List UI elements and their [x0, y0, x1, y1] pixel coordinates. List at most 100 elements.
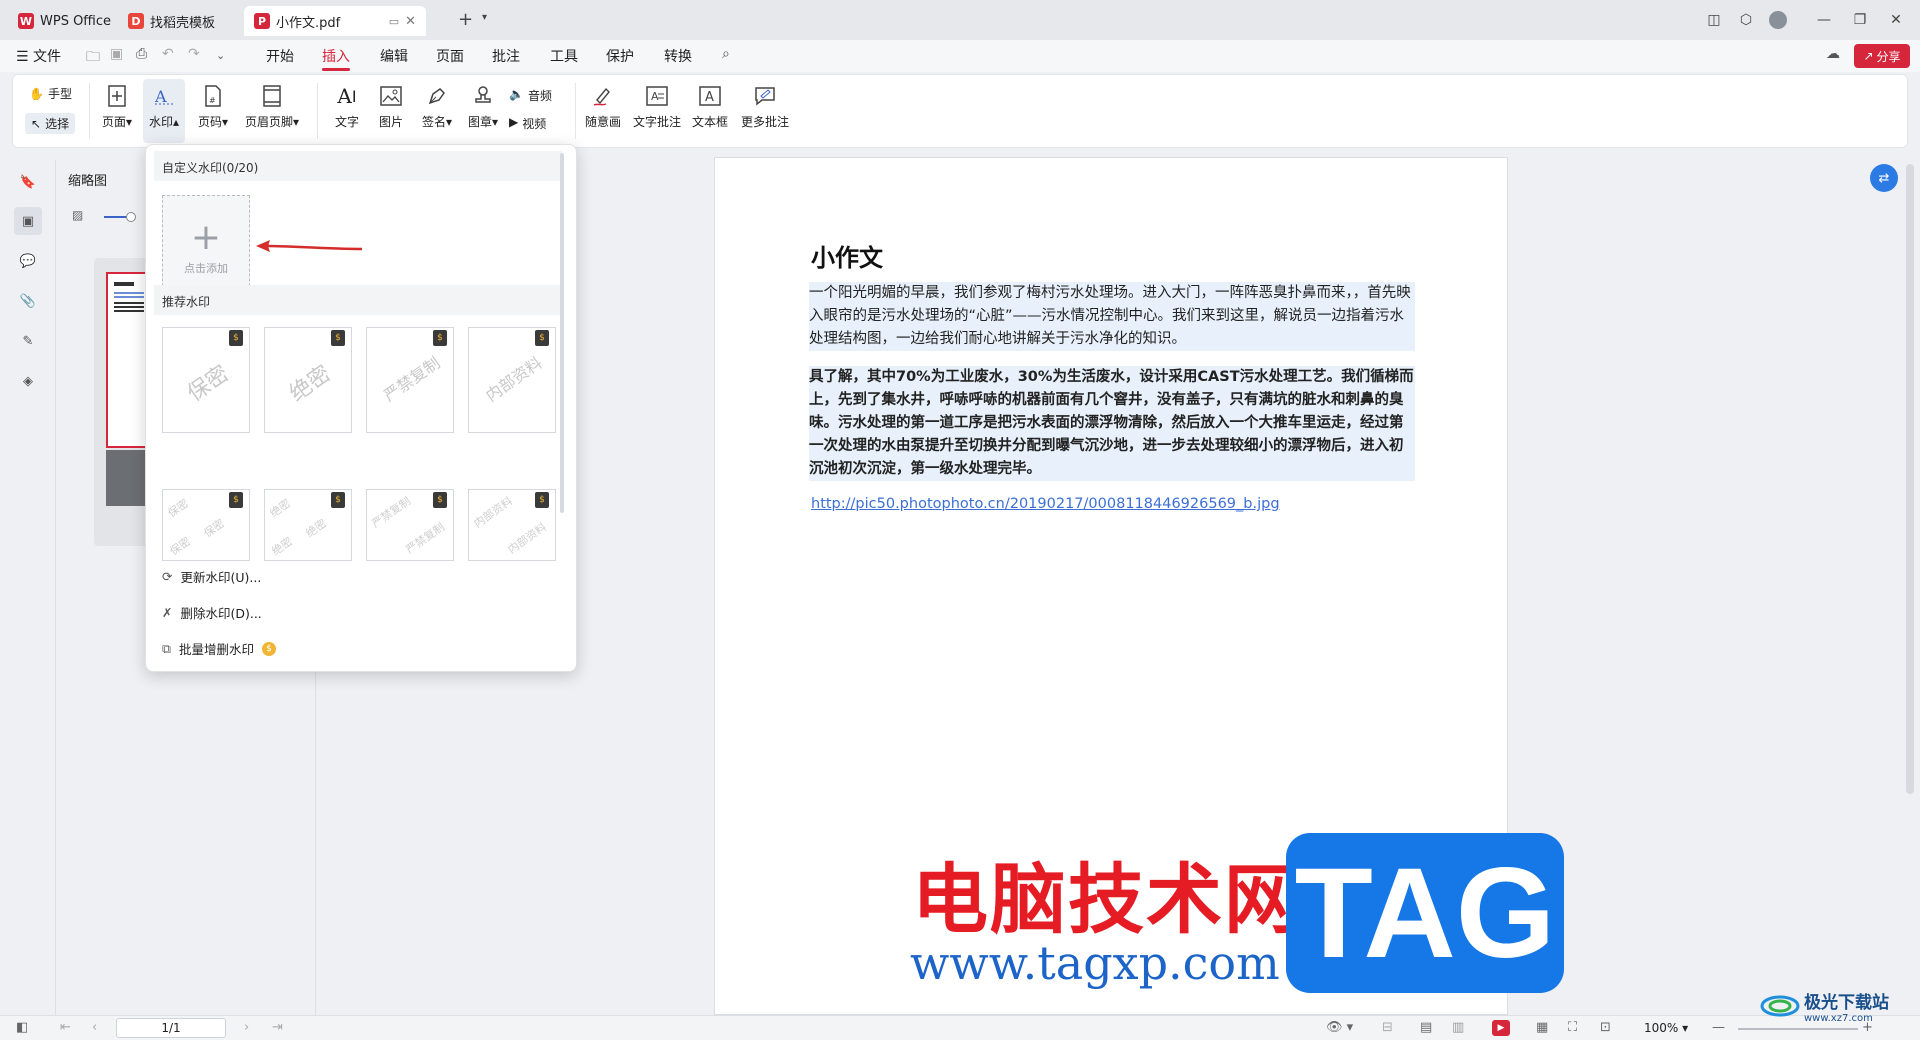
- stamp-button[interactable]: 图章▾: [463, 83, 503, 130]
- fit-page-icon[interactable]: ⊡: [1600, 1020, 1611, 1035]
- menu-page[interactable]: 页面: [436, 46, 464, 66]
- signature-label: 签名: [421, 115, 446, 129]
- video-icon: ▶: [509, 115, 519, 129]
- wps-logo-icon: W: [18, 13, 34, 29]
- update-watermark-item[interactable]: ⟳ 更新水印(U)...: [162, 567, 261, 586]
- watermark-tiled-preset-3[interactable]: $ 严禁复制 严禁复制: [366, 489, 454, 561]
- text-button[interactable]: AI 文字: [331, 83, 363, 130]
- signature-button[interactable]: 签名▾: [417, 83, 457, 130]
- share-label: 分享: [1876, 49, 1901, 64]
- restore-icon[interactable]: ❐: [1846, 8, 1874, 32]
- preset-text: 内部资料: [482, 353, 546, 406]
- text-comment-button[interactable]: A 文字批注: [631, 83, 683, 130]
- fullscreen-icon[interactable]: ⛶: [1568, 1020, 1577, 1035]
- fit-width-icon[interactable]: ⊟: [1382, 1020, 1393, 1035]
- freehand-button[interactable]: 随意画: [583, 83, 623, 130]
- menu-convert[interactable]: 转换: [664, 46, 692, 66]
- dropdown-scrollbar[interactable]: [560, 153, 564, 513]
- watermark-preset-2[interactable]: $ 绝密: [264, 327, 352, 433]
- document-link[interactable]: http://pic50.photophoto.cn/20190217/0008…: [811, 496, 1280, 512]
- more-comments-button[interactable]: 更多批注: [739, 83, 791, 130]
- page-number-button[interactable]: # 页码▾: [193, 83, 233, 130]
- watermark-button[interactable]: A 水印▴: [143, 79, 185, 143]
- cloud-icon[interactable]: ☁: [1826, 46, 1840, 62]
- first-page-icon[interactable]: ⇤: [60, 1020, 71, 1035]
- menu-tools[interactable]: 工具: [550, 46, 578, 66]
- minimize-icon[interactable]: —: [1810, 8, 1838, 32]
- watermark-tiled-preset-2[interactable]: $ 绝密 绝密 绝密: [264, 489, 352, 561]
- redo-icon[interactable]: ↷: [188, 46, 200, 62]
- menu-start[interactable]: 开始: [266, 46, 294, 66]
- thumbnail-icon[interactable]: ▣: [14, 207, 42, 235]
- watermark-preset-4[interactable]: $ 内部资料: [468, 327, 556, 433]
- last-page-icon[interactable]: ⇥: [272, 1020, 283, 1035]
- open-folder-icon[interactable]: 🗀: [86, 46, 100, 70]
- next-page-icon[interactable]: ›: [244, 1020, 249, 1035]
- vertical-scrollbar[interactable]: [1906, 164, 1914, 794]
- floating-tool-icon[interactable]: ⇄: [1870, 164, 1898, 192]
- attachment-icon[interactable]: 📎: [14, 287, 42, 315]
- tab-wps-office[interactable]: W WPS Office: [8, 6, 121, 36]
- monitor-icon[interactable]: ▭: [389, 15, 399, 28]
- hand-tool-button[interactable]: ✋ 手型: [29, 85, 72, 102]
- zoom-out-icon[interactable]: —: [1712, 1020, 1725, 1035]
- zoom-level[interactable]: 100% ▾: [1644, 1021, 1688, 1035]
- sidebar-toggle-icon[interactable]: ◧: [16, 1020, 28, 1035]
- slider-handle[interactable]: [126, 212, 136, 222]
- audio-button[interactable]: 🔈 音频: [509, 87, 552, 104]
- share-icon: ↗: [1863, 49, 1874, 63]
- header-footer-button[interactable]: 页眉页脚▾: [241, 83, 303, 130]
- layout-icon[interactable]: ◫: [1700, 8, 1728, 32]
- layers-icon[interactable]: ◈: [14, 367, 42, 395]
- eye-icon[interactable]: 👁 ▾: [1326, 1020, 1353, 1035]
- menu-comment[interactable]: 批注: [492, 46, 520, 66]
- hand-icon: ✋: [29, 86, 44, 101]
- save-icon[interactable]: ▣: [110, 46, 123, 62]
- continuous-view-icon[interactable]: ▦: [1536, 1020, 1548, 1035]
- menu-protect[interactable]: 保护: [606, 46, 634, 66]
- cube-icon[interactable]: ⬡: [1732, 8, 1760, 32]
- tab-pdf[interactable]: P 小作文.pdf ▭ ✕: [244, 6, 426, 36]
- video-button[interactable]: ▶ 视频: [509, 115, 546, 132]
- textbox-button[interactable]: A 文本框: [689, 83, 731, 130]
- share-button[interactable]: ↗ 分享: [1854, 44, 1910, 68]
- close-window-icon[interactable]: ✕: [1882, 8, 1910, 32]
- select-tool-button[interactable]: ↖ 选择: [25, 113, 76, 134]
- print-icon[interactable]: ⎙: [136, 46, 147, 62]
- batch-watermark-item[interactable]: ⧉ 批量增删水印 $: [162, 639, 276, 658]
- avatar[interactable]: [1764, 8, 1792, 32]
- preset-text: 保密: [183, 361, 234, 407]
- file-menu[interactable]: ☰ 文件: [16, 46, 61, 66]
- bookmark-icon[interactable]: 🔖: [14, 168, 42, 196]
- thumbnail-size-icon[interactable]: ▨: [72, 208, 83, 222]
- undo-icon[interactable]: ↶: [162, 46, 174, 62]
- page-number-input[interactable]: 1/1: [116, 1018, 226, 1038]
- signature-panel-icon[interactable]: ✎: [14, 327, 42, 355]
- close-tab-icon[interactable]: ✕: [405, 14, 416, 29]
- zoom-slider[interactable]: [1738, 1028, 1858, 1030]
- tab-list-chevron-icon[interactable]: ▾: [482, 12, 487, 23]
- quick-access-chevron-icon[interactable]: ⌄: [216, 49, 225, 62]
- batch-watermark-icon: ⧉: [162, 640, 171, 656]
- page-button[interactable]: 页面▾: [99, 83, 135, 130]
- select-label: 选择: [45, 117, 70, 131]
- tab-template[interactable]: D 找稻壳模板: [118, 6, 225, 36]
- new-tab-icon[interactable]: +: [458, 9, 473, 30]
- play-icon[interactable]: ▶: [1492, 1020, 1510, 1036]
- prev-page-icon[interactable]: ‹: [92, 1020, 97, 1035]
- watermark-preset-3[interactable]: $ 严禁复制: [366, 327, 454, 433]
- vip-badge-icon: $: [535, 330, 549, 346]
- watermark-preset-1[interactable]: $ 保密: [162, 327, 250, 433]
- tiled-text: 绝密: [267, 496, 294, 521]
- menu-edit[interactable]: 编辑: [380, 46, 408, 66]
- delete-watermark-item[interactable]: ✗ 删除水印(D)...: [162, 603, 262, 622]
- watermark-tiled-preset-4[interactable]: $ 内部资料 内部资料: [468, 489, 556, 561]
- image-button[interactable]: 图片: [375, 83, 407, 130]
- single-page-icon[interactable]: ▤: [1420, 1020, 1432, 1035]
- two-page-icon[interactable]: ▥: [1452, 1020, 1464, 1035]
- search-icon[interactable]: ⌕: [722, 46, 730, 62]
- menu-insert[interactable]: 插入: [322, 46, 350, 66]
- watermark-tiled-preset-1[interactable]: $ 保密 保密 保密: [162, 489, 250, 561]
- comment-icon[interactable]: 💬: [14, 247, 42, 275]
- speaker-icon: 🔈: [509, 87, 524, 101]
